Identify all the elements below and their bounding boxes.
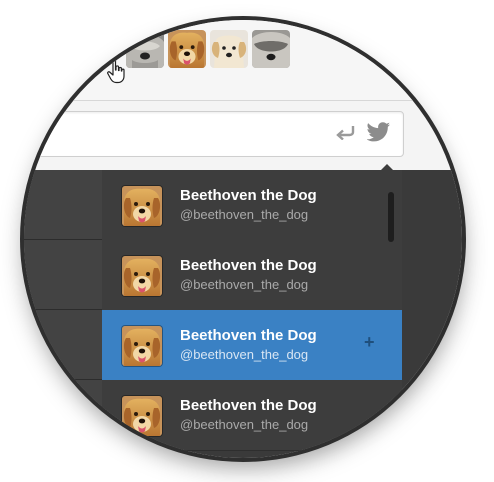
reply-arrow-icon[interactable] [334,124,356,140]
golden-retriever-thumb[interactable] [168,30,206,68]
thumbnail-list [126,30,290,68]
sheepdog-thumb-1[interactable] [126,30,164,68]
golden-retriever-avatar [122,256,162,296]
user-handle: @beethoven_the_dog [180,277,309,292]
golden-retriever-avatar [122,326,162,366]
user-handle: @beethoven_the_dog [180,207,309,222]
user-handle: @beethoven_the_dog [180,347,309,362]
user-name: Beethoven the Dog [180,327,317,344]
suggestion-row-selected[interactable]: Beethoven the Dog @beethoven_the_dog + [102,310,402,381]
suggestion-row[interactable]: Beethoven the Dog @beethoven_the_dog [102,240,402,311]
list-scrollbar[interactable] [388,192,394,242]
golden-retriever-avatar [122,186,162,226]
hand-cursor-icon [107,58,125,84]
left-column-separator [24,309,102,310]
user-name: Beethoven the Dog [180,187,317,204]
add-user-plus-icon[interactable]: + [364,332,375,353]
user-suggestion-list: Beethoven the Dog @beethoven_the_dog Bee… [102,170,402,458]
suggestion-row[interactable]: Beethoven the Dog @beethoven_the_dog [102,380,402,451]
sheepdog-thumb-2[interactable] [252,30,290,68]
magnifier-lens: Beethoven the Dog @beethoven_the_dog Bee… [24,20,462,458]
twitter-bird-icon[interactable] [367,122,391,142]
user-name: Beethoven the Dog [180,257,317,274]
suggestion-row[interactable]: Beethoven the Dog @beethoven_the_dog [102,170,402,241]
user-handle: @beethoven_the_dog [180,417,309,432]
timeline-left-column [24,170,103,458]
left-column-separator [24,239,102,240]
left-column-separator [24,379,102,380]
header-divider [24,100,462,101]
puppy-thumb[interactable] [210,30,248,68]
golden-retriever-avatar [122,396,162,436]
user-name: Beethoven the Dog [180,397,317,414]
